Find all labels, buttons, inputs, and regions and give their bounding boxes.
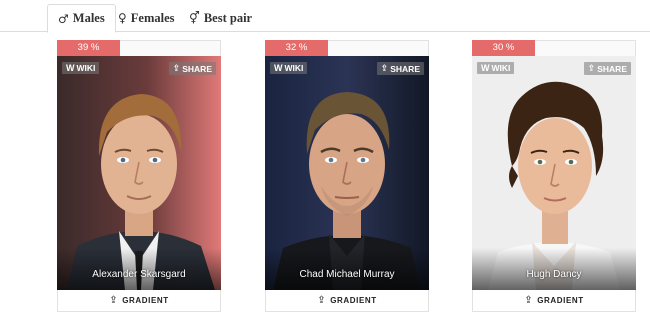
wiki-label: WIKI <box>491 63 511 73</box>
percent-bar-track: 30 % <box>472 40 636 56</box>
share-button[interactable]: ⇪ SHARE <box>376 62 424 75</box>
percent-badge: 39 % <box>57 40 120 56</box>
share-label: SHARE <box>182 63 212 74</box>
female-symbol-icon: ♀ <box>118 11 127 25</box>
share-icon: ⇪ <box>587 63 596 73</box>
percent-bar-track: 32 % <box>265 40 429 56</box>
share-icon: ⇪ <box>380 63 389 73</box>
percent-badge: 30 % <box>472 40 535 56</box>
share-button[interactable]: ⇪ SHARE <box>168 62 216 75</box>
percent-bar-track: 39 % <box>57 40 221 56</box>
tab-best-pair-label: Best pair <box>203 10 253 25</box>
male-symbol-icon: ♂ <box>58 11 69 26</box>
celebrity-name: Hugh Dancy <box>526 269 582 280</box>
celebrity-name: Chad Michael Murray <box>299 269 395 280</box>
gradient-label: GRADIENT <box>537 296 584 305</box>
gradient-icon: ⇪ <box>109 295 119 306</box>
pair-symbol-icon: ⚥ <box>189 11 200 25</box>
wikipedia-w-icon: W <box>66 63 75 73</box>
result-card: 32 % W WIKI ⇪ SHARE Chad Michael Murray … <box>265 40 429 312</box>
wiki-button[interactable]: W WIKI <box>270 62 308 74</box>
wikipedia-w-icon: W <box>274 63 283 73</box>
share-label: SHARE <box>390 63 420 74</box>
gradient-button[interactable]: ⇪ GRADIENT <box>265 290 429 312</box>
tab-males-label: Males <box>72 11 105 25</box>
share-button[interactable]: ⇪ SHARE <box>583 62 631 75</box>
share-icon: ⇪ <box>172 63 181 73</box>
gender-tabs: ♂ Males ♀ Females ⚥ Best pair <box>0 0 650 33</box>
result-card: 30 % W WIKI ⇪ SHARE Hugh Dancy ⇪ GRADIEN… <box>472 40 636 312</box>
celebrity-name: Alexander Skarsgard <box>92 269 186 280</box>
celebrity-photo[interactable]: W WIKI ⇪ SHARE Alexander Skarsgard <box>57 56 221 290</box>
wiki-label: WIKI <box>76 63 96 73</box>
gradient-label: GRADIENT <box>330 296 377 305</box>
celebrity-photo[interactable]: W WIKI ⇪ SHARE Hugh Dancy <box>472 56 636 290</box>
tab-males[interactable]: ♂ Males <box>47 4 116 33</box>
wiki-button[interactable]: W WIKI <box>62 62 100 74</box>
tab-females-label: Females <box>130 10 175 25</box>
tab-females[interactable]: ♀ Females <box>118 4 175 32</box>
wiki-button[interactable]: W WIKI <box>477 62 515 74</box>
tab-best-pair[interactable]: ⚥ Best pair <box>189 4 252 32</box>
gradient-icon: ⇪ <box>524 295 534 306</box>
gradient-icon: ⇪ <box>317 295 327 306</box>
percent-badge: 32 % <box>265 40 328 56</box>
gradient-label: GRADIENT <box>122 296 169 305</box>
result-card: 39 % W WIKI ⇪ SHARE Alexander Skarsgard … <box>57 40 221 312</box>
wiki-label: WIKI <box>284 63 304 73</box>
wikipedia-w-icon: W <box>481 63 490 73</box>
gradient-button[interactable]: ⇪ GRADIENT <box>57 290 221 312</box>
share-label: SHARE <box>597 63 627 74</box>
gradient-button[interactable]: ⇪ GRADIENT <box>472 290 636 312</box>
celebrity-photo[interactable]: W WIKI ⇪ SHARE Chad Michael Murray <box>265 56 429 290</box>
